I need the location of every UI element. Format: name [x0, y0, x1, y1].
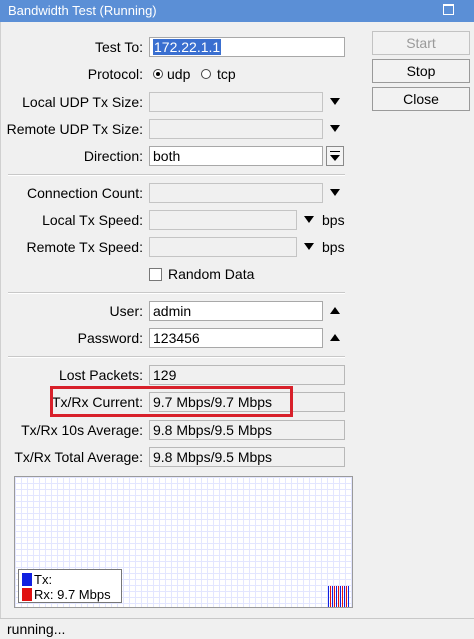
- test-to-label: Test To:: [95, 39, 143, 55]
- tx-legend-label: Tx:: [34, 572, 53, 587]
- protocol-label: Protocol:: [87, 66, 143, 82]
- triangle-down-icon[interactable]: [304, 243, 314, 250]
- test-to-input[interactable]: 172.22.1.1: [149, 37, 345, 57]
- local-tx-speed-label: Local Tx Speed:: [42, 212, 143, 228]
- lost-packets-label: Lost Packets:: [58, 367, 143, 383]
- highlight-box: [50, 386, 293, 417]
- remote-tx-speed-input[interactable]: [149, 237, 297, 257]
- separator: [8, 356, 345, 358]
- user-input[interactable]: admin: [149, 301, 323, 321]
- protocol-tcp-label: tcp: [217, 66, 236, 82]
- user-label: User:: [109, 303, 143, 319]
- local-tx-speed-input[interactable]: [149, 210, 297, 230]
- remote-tx-speed-unit: bps: [322, 239, 345, 255]
- graph-bars: [328, 586, 350, 607]
- password-input[interactable]: 123456: [149, 328, 323, 348]
- graph-bar: [344, 586, 345, 607]
- maximize-icon[interactable]: [443, 4, 454, 15]
- dropdown-box-icon[interactable]: [326, 146, 344, 166]
- triangle-down-icon[interactable]: [330, 125, 340, 132]
- separator: [8, 292, 345, 294]
- txrx-10s-average-label: Tx/Rx 10s Average:: [21, 422, 143, 438]
- triangle-down-icon[interactable]: [330, 189, 340, 196]
- close-button[interactable]: Close: [372, 87, 470, 111]
- graph-bar: [340, 586, 341, 607]
- random-data-label: Random Data: [168, 266, 255, 282]
- remote-tx-speed-label: Remote Tx Speed:: [26, 239, 143, 255]
- graph-bar: [336, 586, 337, 607]
- rx-legend-label: Rx: 9.7 Mbps: [34, 587, 111, 602]
- protocol-udp-radio[interactable]: [153, 69, 163, 79]
- graph-bar: [330, 586, 331, 607]
- triangle-down-icon[interactable]: [330, 98, 340, 105]
- lost-packets-value: 129: [149, 365, 345, 385]
- triangle-down-icon[interactable]: [304, 216, 314, 223]
- protocol-udp-label: udp: [167, 66, 191, 82]
- stop-button[interactable]: Stop: [372, 59, 470, 83]
- txrx-total-average-value: 9.8 Mbps/9.5 Mbps: [149, 447, 345, 467]
- triangle-up-icon[interactable]: [330, 307, 340, 314]
- local-udp-tx-size-label: Local UDP Tx Size:: [22, 94, 143, 110]
- connection-count-label: Connection Count:: [27, 185, 143, 201]
- graph-bar: [332, 586, 333, 607]
- txrx-total-average-label: Tx/Rx Total Average:: [14, 449, 143, 465]
- protocol-tcp-radio[interactable]: [201, 69, 211, 79]
- txrx-10s-average-value: 9.8 Mbps/9.5 Mbps: [149, 420, 345, 440]
- remote-udp-tx-size-label: Remote UDP Tx Size:: [6, 121, 143, 137]
- graph-bar: [346, 586, 347, 607]
- graph-bar: [334, 586, 335, 607]
- direction-label: Direction:: [83, 148, 143, 164]
- local-tx-speed-unit: bps: [322, 212, 345, 228]
- graph-legend: Tx: Rx: 9.7 Mbps: [18, 569, 122, 603]
- remote-udp-tx-size-input[interactable]: [149, 119, 323, 139]
- direction-select[interactable]: both: [149, 146, 323, 166]
- tx-legend-swatch: [22, 573, 32, 586]
- status-bar: running...: [0, 618, 474, 639]
- separator: [8, 174, 345, 176]
- password-label: Password:: [77, 330, 143, 346]
- graph-bar: [338, 586, 339, 607]
- rx-legend-swatch: [22, 588, 32, 601]
- title-bar: Bandwidth Test (Running): [0, 0, 474, 22]
- traffic-graph: Tx: Rx: 9.7 Mbps: [14, 476, 353, 608]
- graph-bar: [342, 586, 343, 607]
- random-data-checkbox[interactable]: [149, 268, 162, 281]
- local-udp-tx-size-input[interactable]: [149, 92, 323, 112]
- connection-count-input[interactable]: [149, 183, 323, 203]
- graph-bar: [348, 586, 349, 607]
- triangle-up-icon[interactable]: [330, 334, 340, 341]
- start-button[interactable]: Start: [372, 31, 470, 55]
- window-title: Bandwidth Test (Running): [8, 3, 157, 18]
- test-to-value: 172.22.1.1: [153, 39, 222, 55]
- graph-bar: [328, 586, 329, 607]
